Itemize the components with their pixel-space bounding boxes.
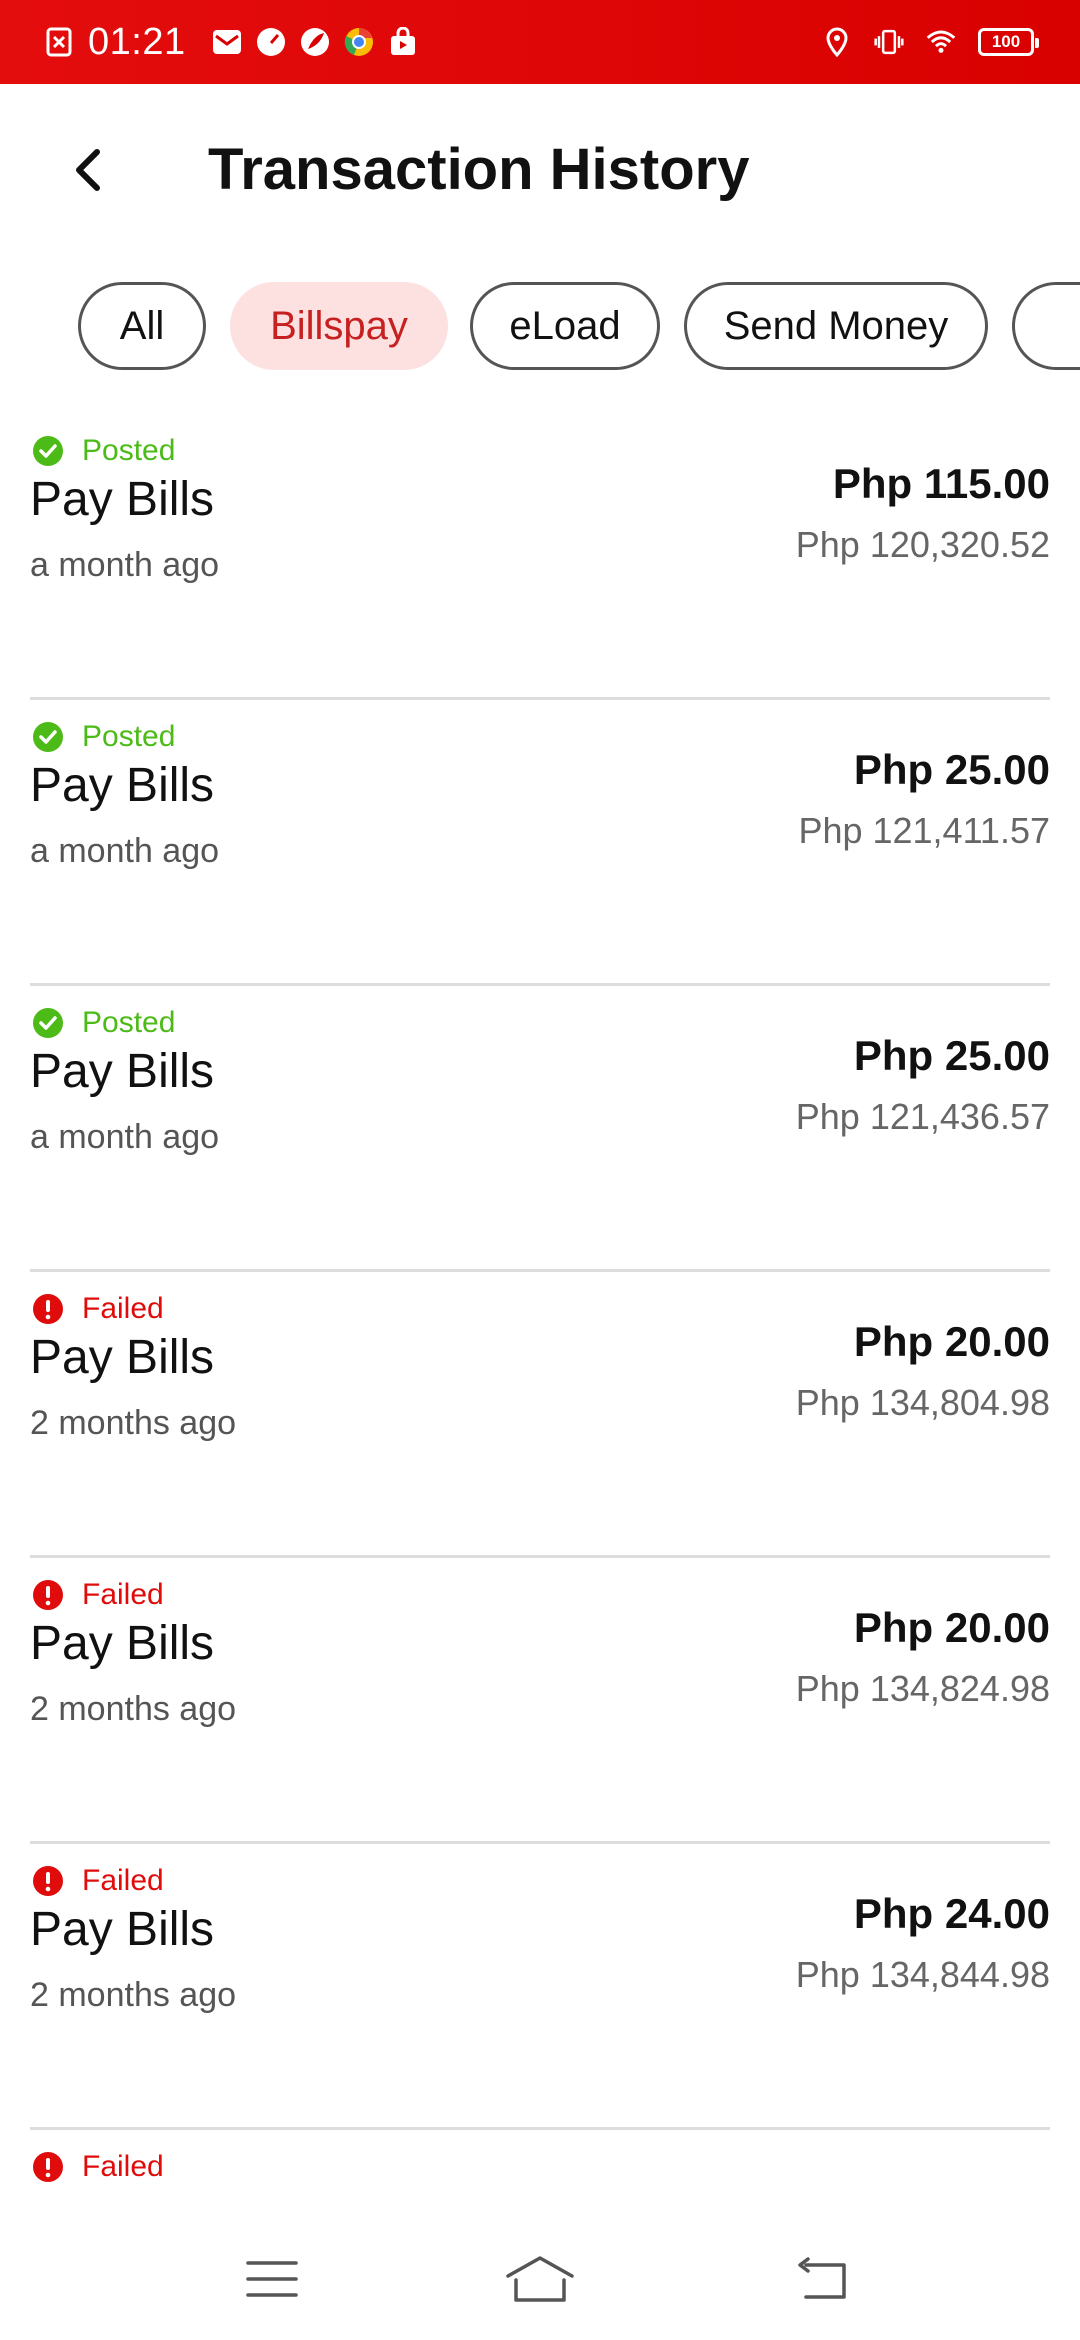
- transaction-amount: Php 20.00: [853, 1604, 1050, 1651]
- status-text: Posted: [82, 720, 176, 753]
- error-circle-icon: [33, 1866, 63, 1896]
- transaction-title: Pay Bills: [30, 1617, 215, 1670]
- leaf-icon: [300, 27, 330, 57]
- check-circle-icon: [33, 1008, 63, 1038]
- transaction-title: Pay Bills: [30, 759, 215, 812]
- back-nav-button[interactable]: [782, 2244, 862, 2314]
- transaction-row[interactable]: Failed Pay Bills 2 months ago Php 24.00 …: [30, 1844, 1050, 2130]
- transaction-time: 2 months ago: [30, 1976, 237, 2014]
- chrome-icon: [344, 27, 374, 57]
- transaction-balance: Php 121,411.57: [798, 810, 1050, 851]
- transaction-time: a month ago: [30, 1118, 220, 1156]
- status-text: Failed: [82, 1292, 164, 1325]
- page-title: Transaction History: [208, 137, 750, 202]
- home-button[interactable]: [500, 2244, 580, 2314]
- transaction-row[interactable]: Failed Pay Bills 2 months ago Php 20.00 …: [30, 1272, 1050, 1558]
- check-circle-icon: [33, 722, 63, 752]
- transaction-amount: Php 25.00: [853, 1032, 1050, 1079]
- system-nav-bar: [0, 2220, 1080, 2340]
- transaction-row[interactable]: Posted Pay Bills a month ago Php 25.00 P…: [30, 986, 1050, 1272]
- vibrate-icon: [874, 27, 904, 57]
- status-time: 01:21: [88, 20, 186, 63]
- back-button[interactable]: [58, 130, 118, 210]
- transaction-list: Posted Pay Bills a month ago Php 115.00 …: [30, 414, 1050, 2270]
- transaction-title: Pay Bills: [30, 473, 215, 526]
- status-text: Failed: [82, 2150, 164, 2183]
- status-text: Posted: [82, 1006, 176, 1039]
- transaction-balance: Php 121,436.57: [795, 1096, 1050, 1137]
- transaction-amount: Php 24.00: [853, 1890, 1050, 1937]
- status-text: Failed: [82, 1864, 164, 1897]
- filter-chip-all[interactable]: All: [78, 282, 206, 370]
- filter-chip-eload[interactable]: eLoad: [470, 282, 660, 370]
- transaction-row[interactable]: Posted Pay Bills a month ago Php 25.00 P…: [30, 700, 1050, 986]
- filter-chip-send-money[interactable]: Send Money: [684, 282, 988, 370]
- error-circle-icon: [33, 2152, 63, 2182]
- status-text: Posted: [82, 434, 176, 467]
- status-indicator: Failed: [32, 1292, 164, 1326]
- transaction-time: a month ago: [30, 832, 220, 870]
- status-indicator: Failed: [32, 1578, 164, 1612]
- transaction-row[interactable]: Failed Pay Bills 2 months ago Php 20.00 …: [30, 1558, 1050, 1844]
- transaction-amount: Php 25.00: [853, 746, 1050, 793]
- transaction-title: Pay Bills: [30, 1045, 215, 1098]
- mail-icon: [212, 27, 242, 57]
- menu-icon: [246, 2261, 298, 2297]
- location-icon: [822, 27, 852, 57]
- wifi-icon: [926, 27, 956, 57]
- battery-icon: 100: [978, 28, 1039, 56]
- filter-chip-billspay[interactable]: Billspay: [230, 282, 448, 370]
- status-indicator: Posted: [32, 434, 175, 468]
- status-left: 01:21: [44, 21, 432, 64]
- status-indicator: Posted: [32, 1006, 175, 1040]
- transaction-time: 2 months ago: [30, 1404, 237, 1442]
- error-circle-icon: [33, 1580, 63, 1610]
- status-bar: 01:21 100: [0, 0, 1080, 84]
- transaction-time: 2 months ago: [30, 1690, 237, 1728]
- check-circle-icon: [33, 436, 63, 466]
- back-arrow-icon: [798, 2257, 846, 2299]
- error-circle-icon: [33, 1294, 63, 1324]
- header: Transaction History: [0, 84, 1080, 254]
- transaction-time: a month ago: [30, 546, 220, 584]
- transaction-title: Pay Bills: [30, 1903, 215, 1956]
- transaction-balance: Php 134,824.98: [795, 1668, 1050, 1709]
- transaction-title: Pay Bills: [30, 1331, 215, 1384]
- chevron-left-icon: [76, 149, 100, 191]
- home-icon: [506, 2256, 574, 2302]
- speedometer-icon: [256, 27, 286, 57]
- status-indicator: Failed: [32, 1864, 164, 1898]
- filter-chips: All Billspay eLoad Send Money: [0, 282, 1080, 372]
- status-indicator: Posted: [32, 720, 175, 754]
- shopping-bag-icon: [388, 27, 418, 57]
- status-indicator: Failed: [32, 2150, 164, 2184]
- status-right: 100: [822, 27, 1039, 57]
- status-text: Failed: [82, 1578, 164, 1611]
- close-box-icon: [44, 27, 74, 57]
- menu-button[interactable]: [232, 2244, 312, 2314]
- transaction-row[interactable]: Posted Pay Bills a month ago Php 115.00 …: [30, 414, 1050, 700]
- transaction-balance: Php 120,320.52: [795, 524, 1050, 565]
- transaction-balance: Php 134,844.98: [795, 1954, 1050, 1995]
- transaction-balance: Php 134,804.98: [795, 1382, 1050, 1423]
- transaction-amount: Php 115.00: [832, 460, 1050, 507]
- transaction-amount: Php 20.00: [853, 1318, 1050, 1365]
- filter-chip-more[interactable]: [1012, 282, 1080, 370]
